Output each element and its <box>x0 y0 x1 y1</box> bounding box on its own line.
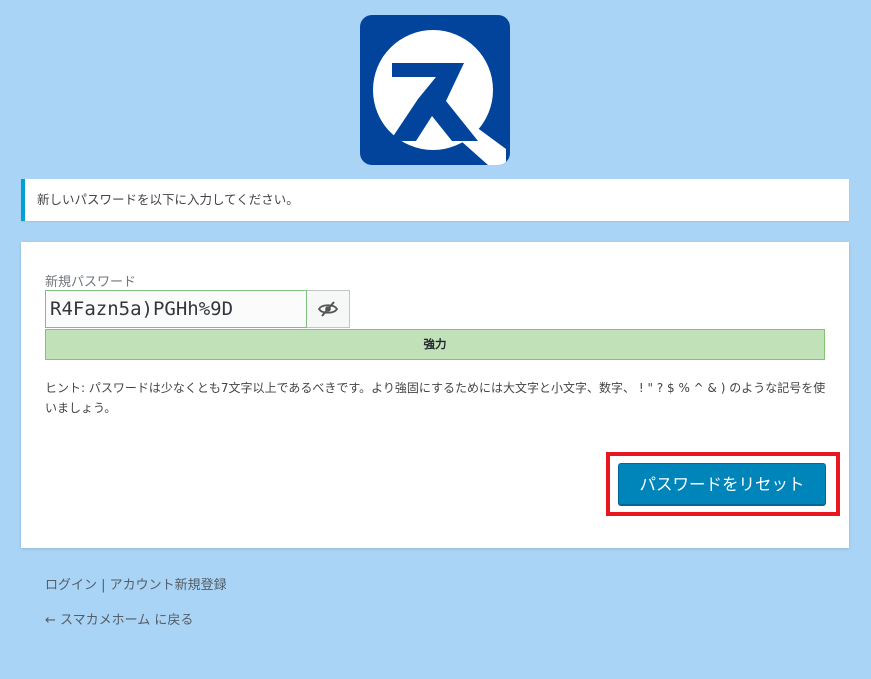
footer-nav: ログイン | アカウント新規登録 <box>45 574 227 593</box>
info-message: 新しいパスワードを以下に入力してください。 <box>21 179 849 221</box>
reset-password-button[interactable]: パスワードをリセット <box>618 463 826 505</box>
logo-mark <box>373 30 506 165</box>
new-password-label: 新規パスワード <box>45 275 137 290</box>
new-password-input[interactable]: R4Fazn5a)PGHh%9D <box>45 290 307 328</box>
login-link[interactable]: ログイン <box>45 578 97 593</box>
reset-password-form: 新規パスワード R4Fazn5a)PGHh%9D 強力 ヒント: パスワードは少… <box>21 242 849 548</box>
back-to-site-link-wrapper: ← スマカメホーム に戻る <box>45 609 193 628</box>
nav-separator: | <box>97 578 110 593</box>
info-message-text: 新しいパスワードを以下に入力してください。 <box>37 192 299 207</box>
password-hint: ヒント: パスワードは少なくとも7文字以上であるべきです。より強固にするためには… <box>45 381 826 415</box>
toggle-password-visibility-button[interactable] <box>307 290 350 328</box>
register-link[interactable]: アカウント新規登録 <box>110 578 227 593</box>
back-to-site-link[interactable]: ← スマカメホーム に戻る <box>45 613 193 628</box>
eye-slash-icon <box>318 301 338 317</box>
site-logo[interactable] <box>360 15 510 165</box>
password-strength-meter: 強力 <box>45 329 825 360</box>
